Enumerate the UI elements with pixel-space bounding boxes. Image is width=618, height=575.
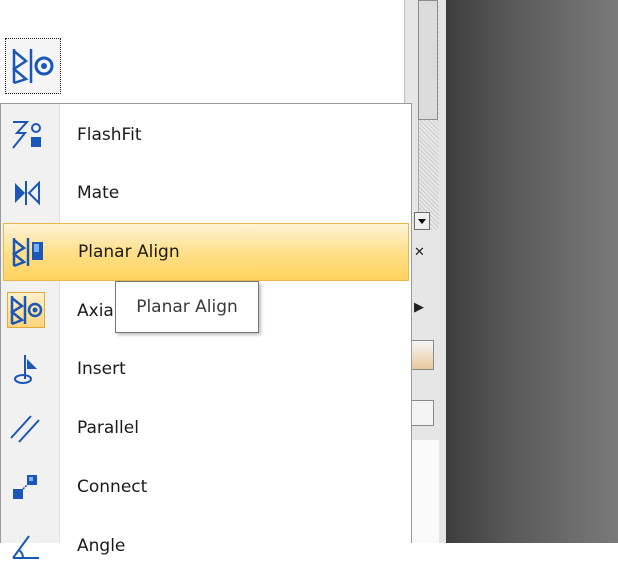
menu-item-label: Axia <box>77 301 114 321</box>
side-arrow-right-icon[interactable]: ▶ <box>414 300 424 315</box>
side-dropdown[interactable] <box>410 400 434 426</box>
menu-item-parallel[interactable]: Parallel <box>1 399 411 457</box>
side-edit-button[interactable] <box>410 340 434 370</box>
flashfit-icon <box>9 119 45 151</box>
menu-item-mate[interactable]: Mate <box>1 164 411 222</box>
axial-align-icon <box>7 292 45 328</box>
menu-item-connect[interactable]: Connect <box>1 458 411 516</box>
menu-item-label: Mate <box>77 183 120 203</box>
parallel-icon <box>9 412 45 444</box>
menu-item-angle[interactable]: Angle <box>1 517 411 575</box>
mate-icon <box>9 177 45 209</box>
menu-item-label: Planar Align <box>78 242 180 262</box>
connect-icon <box>9 471 45 503</box>
angle-icon <box>9 530 45 562</box>
menu-item-label: Angle <box>77 536 126 556</box>
menu-item-insert[interactable]: Insert <box>1 340 411 398</box>
insert-icon <box>9 353 45 385</box>
viewport-background <box>445 0 618 543</box>
side-list <box>410 440 439 543</box>
side-close-icon[interactable]: ✕ <box>414 245 425 260</box>
menu-item-label: FlashFit <box>77 125 142 145</box>
tooltip: Planar Align <box>115 281 259 333</box>
scrollbar-thumb[interactable] <box>418 0 438 120</box>
planar-align-icon <box>10 236 46 268</box>
menu-item-label: Connect <box>77 477 148 497</box>
axial-align-icon <box>11 49 54 85</box>
menu-item-planar-align[interactable]: Planar Align <box>3 223 409 281</box>
menu-item-flashfit[interactable]: FlashFit <box>1 106 411 164</box>
align-flyout-button[interactable] <box>5 38 61 94</box>
scroll-down-button[interactable] <box>414 212 430 230</box>
menu-item-label: Parallel <box>77 418 139 438</box>
menu-item-label: Insert <box>77 359 126 379</box>
